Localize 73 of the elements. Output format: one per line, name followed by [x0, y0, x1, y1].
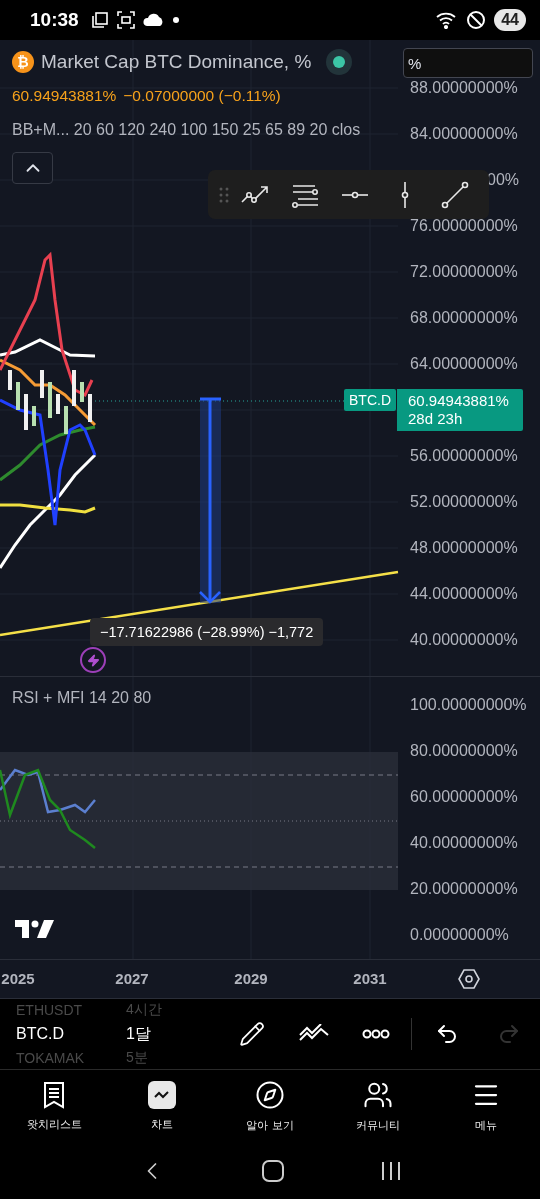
cloud-icon [142, 11, 165, 29]
wave-icon [154, 1089, 170, 1100]
bar-countdown: 28d 23h [408, 410, 464, 428]
price-axis-label: 68.00000000% [410, 308, 518, 328]
undo-icon [435, 1022, 459, 1046]
time-axis-label: 2027 [115, 970, 149, 987]
rsi-axis-label: 100.00000000% [410, 695, 527, 715]
screenshot-icon [116, 11, 135, 29]
nav-tab[interactable]: 메뉴 [432, 1070, 540, 1142]
time-axis-label: 2031 [353, 970, 387, 987]
tradingview-logo [15, 920, 55, 938]
dot-icon [172, 17, 179, 23]
bolt-glyph [86, 653, 100, 667]
recent-apps-button[interactable] [380, 1159, 403, 1182]
indicator-legend: BB+M... 20 60 120 240 100 150 25 65 89 20 clos [12, 120, 361, 139]
chart-title: Market Cap BTC Dominance, % [41, 50, 312, 73]
nav-tab[interactable]: 알아 보기 [216, 1070, 324, 1142]
price-axis-label: 48.00000000% [410, 538, 518, 558]
price-axis-label: 56.00000000% [410, 446, 518, 466]
collapse-button[interactable] [12, 152, 53, 184]
time-axis-label: 2029 [234, 970, 268, 987]
lightning-icon[interactable] [80, 647, 106, 673]
measure-label: −17.71622986 (−28.99%) −1,772 [90, 618, 324, 646]
status-time: 10:38 [30, 9, 79, 31]
trend-line-icon [440, 179, 470, 210]
last-price: 60.94943881% [12, 86, 117, 105]
watchlist-interval: 1달 [126, 1023, 151, 1044]
price-change: −0.07000000 (−0.11%) [123, 86, 281, 105]
drag-handle-icon[interactable] [218, 185, 230, 204]
rsi-legend: RSI + MFI 14 20 80 [0, 677, 398, 707]
more-icon [362, 1029, 390, 1039]
rsi-axis-label: 0.00000000% [410, 925, 509, 945]
watchlist-interval: 4시간 [126, 1001, 162, 1019]
battery-level: 44 [494, 9, 526, 31]
price-axis-label: 84.00000000% [410, 124, 518, 144]
home-button[interactable] [261, 1158, 285, 1183]
nav-tab[interactable]: 커뮤니티 [324, 1070, 432, 1142]
tab-label: 차트 [151, 1116, 173, 1132]
bitcoin-logo: ₿ [12, 50, 34, 73]
vertical-line-icon [401, 179, 409, 210]
price-axis-label: 88.00000000% [410, 78, 518, 98]
do-not-disturb-icon [466, 10, 487, 30]
home-icon [261, 1158, 285, 1183]
compass-icon [255, 1079, 285, 1110]
watchlist-interval: 5분 [126, 1049, 148, 1067]
redo-icon [497, 1022, 521, 1046]
rsi-axis-label: 20.00000000% [410, 879, 518, 899]
tab-label: 메뉴 [475, 1117, 497, 1133]
rsi-axis-label: 80.00000000% [410, 741, 518, 761]
tag-price: 60.94943881% [408, 392, 510, 410]
bookmark-list-icon [43, 1080, 65, 1109]
tab-label: 왓치리스트 [26, 1116, 82, 1132]
nav-tab[interactable]: 왓치리스트 [0, 1070, 108, 1142]
rsi-axis-label: 40.00000000% [410, 833, 518, 853]
horizontal-line-icon [340, 190, 370, 199]
price-axis-label: 52.00000000% [410, 492, 518, 512]
price-axis-label: 72.00000000% [410, 262, 518, 282]
price-axis-label: 76.00000000% [410, 216, 518, 236]
symbol-tag: BTC.D [344, 389, 396, 411]
recent-apps-icon [380, 1159, 403, 1182]
time-axis-label: 2025 [1, 970, 35, 987]
price-axis-label: 64.00000000% [410, 354, 518, 374]
price-axis-label: 44.00000000% [410, 584, 518, 604]
nav-tab[interactable]: 차트 [108, 1070, 216, 1142]
rsi-axis-label: 60.00000000% [410, 787, 518, 807]
scale-field[interactable]: % [403, 48, 533, 78]
settings-icon[interactable] [458, 968, 480, 990]
price-axis-label: 40.00000000% [410, 630, 518, 650]
tab-label: 알아 보기 [246, 1117, 294, 1133]
watchlist-symbol[interactable]: BTC.D [16, 1025, 126, 1043]
tab-label: 커뮤니티 [356, 1117, 400, 1133]
copy-icon [90, 11, 109, 29]
pencil-icon [239, 1021, 265, 1047]
